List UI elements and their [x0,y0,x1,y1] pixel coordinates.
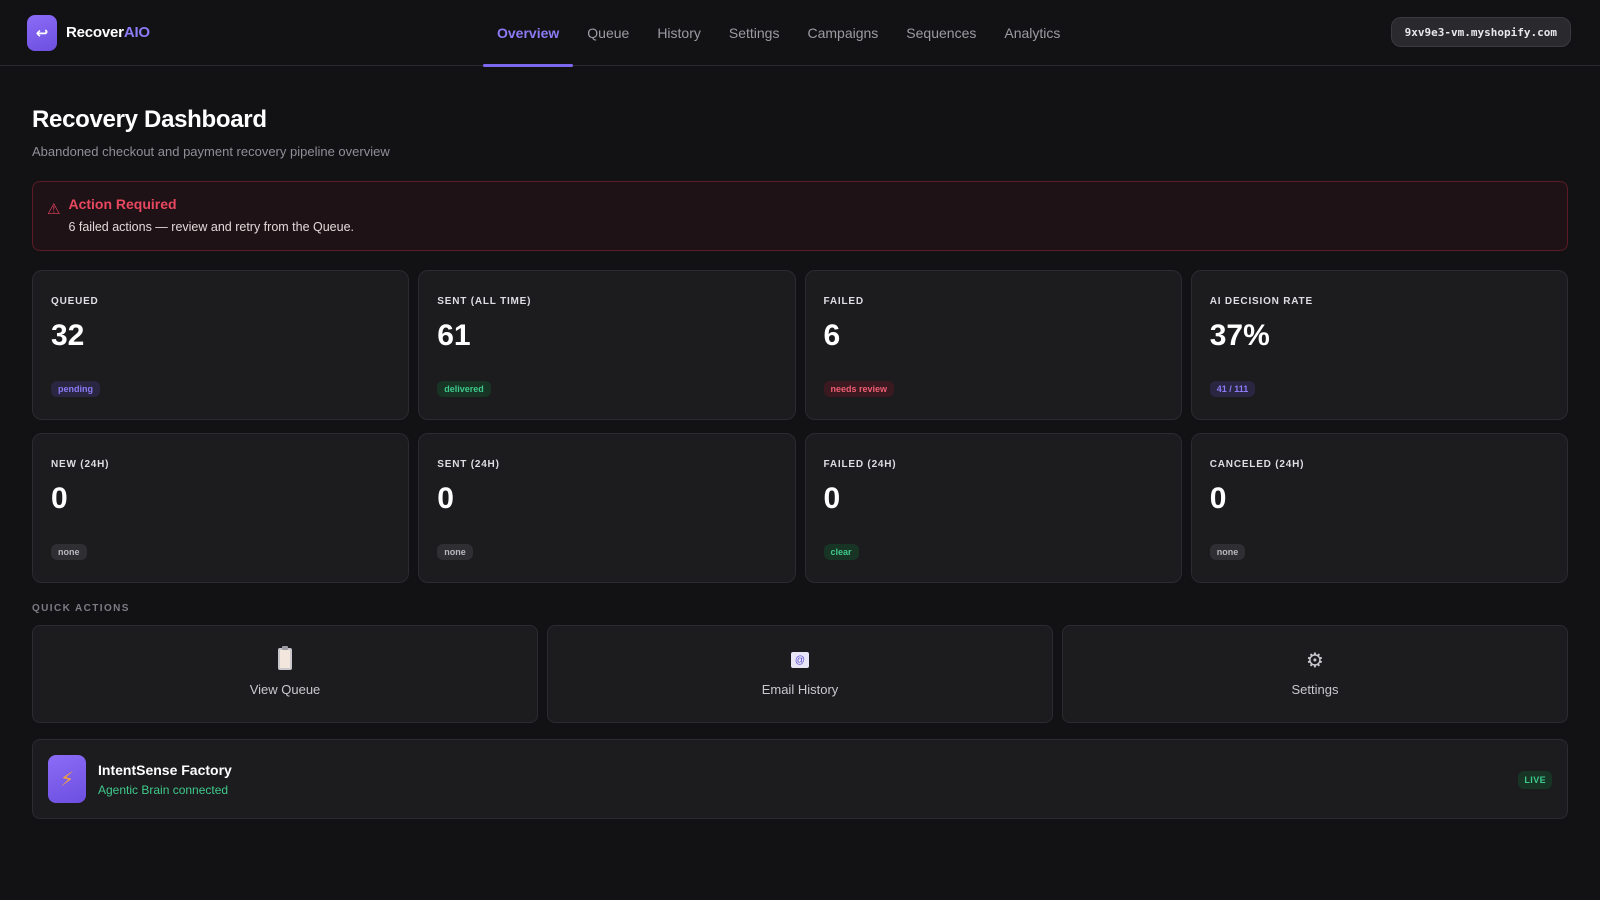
clipboard-icon [278,646,292,670]
stat-card-sent-24h: SENT (24H) 0 none [418,433,796,583]
email-icon: @ [791,652,809,668]
action-label: Email History [761,682,839,697]
top-navbar: ↩ RecoverAIO Overview Queue History Sett… [0,0,1600,67]
main-nav: Overview Queue History Settings Campaign… [483,0,1074,67]
stat-label: CANCELED (24H) [1209,459,1305,470]
action-label: Settings [1291,682,1339,697]
status-badge: none [1209,544,1246,560]
integration-status: Agentic Brain connected [98,782,229,797]
stat-label: FAILED [823,296,864,307]
brand-name: RecoverAIO [66,24,150,41]
stat-value: 0 [823,482,841,515]
integration-title: IntentSense Factory [98,761,232,778]
action-required-alert: ⚠ Action Required 6 failed actions — rev… [32,181,1568,251]
stat-label: SENT (24H) [437,459,500,470]
status-badge: needs review [823,381,895,397]
status-badge: none [51,544,87,560]
stat-value: 61 [437,319,471,352]
tab-settings[interactable]: Settings [715,0,794,66]
live-badge: LIVE [1518,771,1552,789]
stat-value: 0 [51,482,68,515]
stat-card-ai-decision-rate: AI DECISION RATE 37% 41 / 111 [1190,270,1568,420]
stat-card-sent-all-time: SENT (ALL TIME) 61 delivered [418,270,796,420]
store-domain-pill[interactable]: 9xv9e3-vm.myshopify.com [1390,17,1571,47]
quick-actions-heading: QUICK ACTIONS [32,603,130,614]
status-badge: 41 / 111 [1209,381,1256,397]
stat-label: NEW (24H) [51,459,110,470]
page-title: Recovery Dashboard [32,106,267,133]
tab-sequences[interactable]: Sequences [892,0,990,66]
stat-card-queued: QUEUED 32 pending [32,270,410,420]
status-badge: pending [51,381,100,397]
settings-button[interactable]: ⚙ Settings [1062,625,1568,723]
tab-queue[interactable]: Queue [573,0,643,66]
tab-overview[interactable]: Overview [483,0,574,67]
status-badge: none [437,544,473,560]
stats-grid: QUEUED 32 pending SENT (ALL TIME) 61 del… [32,270,1568,583]
page-subtitle: Abandoned checkout and payment recovery … [32,144,390,159]
stat-card-canceled-24h: CANCELED (24H) 0 none [1190,433,1568,583]
status-badge: delivered [437,381,491,397]
stat-card-new-24h: NEW (24H) 0 none [32,433,410,583]
stat-label: QUEUED [51,296,99,307]
warning-icon: ⚠ [47,201,61,218]
stat-label: FAILED (24H) [823,459,897,470]
stat-value: 6 [823,319,841,352]
view-queue-button[interactable]: View Queue [32,625,538,723]
tab-history[interactable]: History [643,0,715,66]
stat-label: SENT (ALL TIME) [437,296,532,307]
return-arrow-icon: ↩ [27,14,57,51]
brand[interactable]: ↩ RecoverAIO [27,14,150,51]
tab-campaigns[interactable]: Campaigns [793,0,892,66]
stat-card-failed: FAILED 6 needs review [804,270,1182,420]
alert-message: 6 failed actions — review and retry from… [68,220,355,234]
stat-card-failed-24h: FAILED (24H) 0 clear [804,433,1182,583]
quick-actions: View Queue @ Email History ⚙ Settings [32,625,1568,723]
lightning-icon: ⚡ [48,755,86,803]
status-badge: clear [823,544,859,560]
stat-value: 32 [51,319,85,352]
action-label: View Queue [249,682,321,697]
gear-icon: ⚙ [1306,650,1324,672]
alert-title: Action Required [68,196,177,212]
integration-card[interactable]: ⚡ IntentSense Factory Agentic Brain conn… [32,739,1568,819]
tab-analytics[interactable]: Analytics [990,0,1074,66]
email-history-button[interactable]: @ Email History [547,625,1053,723]
main-content: Recovery Dashboard Abandoned checkout an… [0,106,1600,819]
stat-value: 0 [437,482,454,515]
stat-value: 0 [1209,482,1227,515]
stat-value: 37% [1209,319,1270,352]
stat-label: AI DECISION RATE [1209,296,1313,307]
